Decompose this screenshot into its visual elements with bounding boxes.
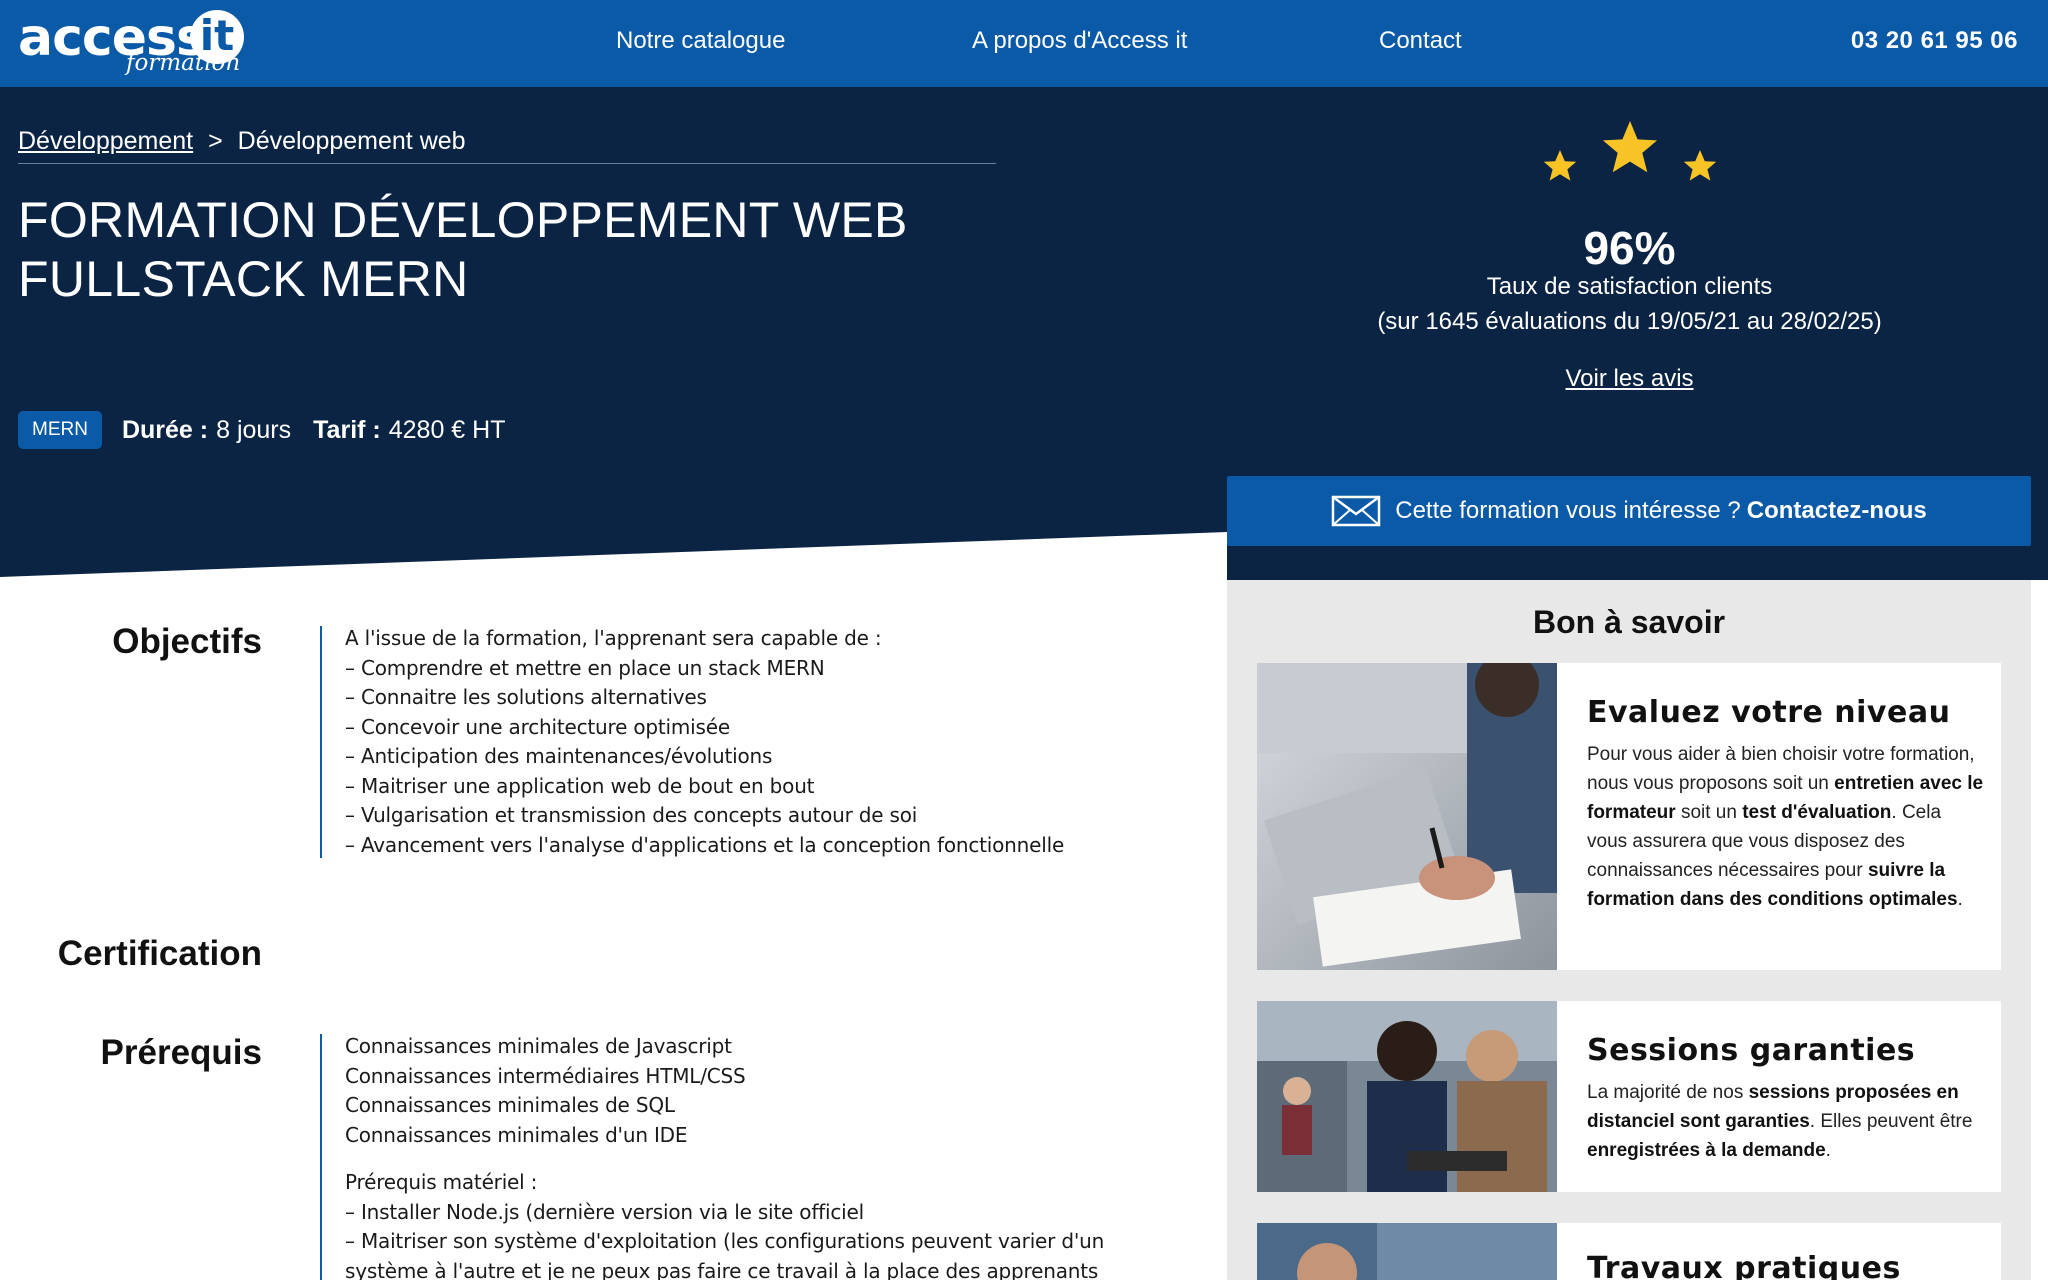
objectif-item: – Avancement vers l'analyse d'applicatio… [345,832,1065,857]
prerequis-item: Connaissances intermédiaires HTML/CSS [345,1063,746,1088]
top-navbar: access it formation Notre catalogue A pr… [0,0,2048,87]
title-line-2: FULLSTACK MERN [18,251,469,307]
satisfaction-percent: 96% [1583,222,1676,274]
prerequis-materiel-item: système à l'autre et je ne peux pas fair… [345,1258,1099,1280]
logo-subtitle: formation [126,50,241,76]
card-title: Evaluez votre niveau [1587,695,1951,730]
envelope-icon [1331,495,1381,527]
nav-link-a-propos[interactable]: A propos d'Access it [972,27,1187,55]
bon-a-savoir-panel: Bon à savoir Evaluez votre niveau Pour v… [1227,580,2031,1280]
star-icon-right [1683,150,1717,181]
objectifs-divider [320,626,322,858]
breadcrumb: Développement > Développement web [18,127,466,156]
objectif-item: – Anticipation des maintenances/évolutio… [345,744,773,768]
phone-number[interactable]: 03 20 61 95 06 [1851,27,2018,55]
prerequis-materiel-item: – Maitriser son système d'exploitation (… [345,1229,1105,1253]
card-title: Sessions garanties [1587,1033,1916,1068]
card-image-laptop-writing [1257,663,1557,970]
star-icon-left [1543,150,1577,181]
duration-label: Durée : [121,415,209,444]
nav-link-catalogue[interactable]: Notre catalogue [616,27,785,55]
objectif-item: – Connaitre les solutions alternatives [345,685,707,709]
card-title: Travaux pratiques [1587,1251,1901,1280]
prerequis-item: Connaissances minimales de SQL [345,1093,675,1117]
breadcrumb-separator: > [208,127,223,155]
card-text: Pour vous aider à bien choisir votre for… [1587,744,1984,910]
course-tag[interactable]: MERN [18,411,102,449]
card-evaluez-niveau[interactable]: Evaluez votre niveau Pour vous aider à b… [1257,663,2001,970]
star-rating-icon [1543,121,1717,181]
price-value: 4280 € HT [388,415,506,444]
card-sessions-garanties[interactable]: Sessions garanties La majorité de nos se… [1257,1001,2001,1192]
prerequis-heading: Prérequis [100,1033,262,1072]
contact-cta-button[interactable]: Cette formation vous intéresse ? Contact… [1227,476,2031,546]
objectif-item: – Vulgarisation et transmission des conc… [345,803,918,827]
duration-value: 8 jours [216,415,292,444]
breadcrumb-link-developpement[interactable]: Développement [18,127,193,155]
card-text: La majorité de nos sessions proposées en… [1587,1082,1973,1161]
breadcrumb-current: Développement web [237,127,466,155]
satisfaction-range: (sur 1645 évaluations du 19/05/21 au 28/… [1377,308,1882,335]
objectifs-heading: Objectifs [112,622,262,661]
prerequis-item: Connaissances minimales de Javascript [345,1034,732,1058]
prerequis-list: Connaissances minimales de Javascript Co… [345,1032,1104,1280]
objectifs-intro: A l'issue de la formation, l'apprenant s… [345,626,882,650]
card-body: Travaux pratiques [1587,1223,1985,1280]
title-line-1: FORMATION DÉVELOPPEMENT WEB [18,192,908,248]
card-image-team-meeting [1257,1001,1557,1192]
prerequis-materiel-title: Prérequis matériel : [345,1170,538,1194]
prerequis-item: Connaissances minimales d'un IDE [345,1122,688,1147]
access-it-logo[interactable]: access it formation [18,4,258,82]
prerequis-materiel-item: – Installer Node.js (dernière version vi… [345,1199,864,1224]
prerequis-divider [320,1034,322,1280]
card-body: Sessions garanties La majorité de nos se… [1587,1001,1985,1165]
course-meta: MERN Durée : 8 jours Tarif : 4280 € HT [18,411,505,449]
cta-text: Cette formation vous intéresse ? [1395,497,1741,524]
nav-link-contact[interactable]: Contact [1379,27,1462,55]
card-image-practical-work [1257,1223,1557,1280]
cta-bold: Contactez-nous [1746,497,1927,524]
voir-les-avis-link[interactable]: Voir les avis [1232,365,2027,393]
card-body: Evaluez votre niveau Pour vous aider à b… [1587,663,1985,914]
star-icon-center [1602,121,1658,173]
page-title: FORMATION DÉVELOPPEMENT WEB FULLSTACK ME… [18,191,1018,309]
bon-a-savoir-heading: Bon à savoir [1532,604,1726,640]
objectifs-list: A l'issue de la formation, l'apprenant s… [345,624,1064,860]
breadcrumb-divider [18,163,996,164]
certification-heading: Certification [57,934,262,973]
card-travaux-pratiques[interactable]: Travaux pratiques [1257,1223,2001,1280]
objectif-item: – Comprendre et mettre en place un stack… [345,655,825,680]
satisfaction-label: Taux de satisfaction clients [1486,273,1773,300]
objectif-item: – Maitriser une application web de bout … [345,773,815,798]
objectif-item: – Concevoir une architecture optimisée [345,714,730,739]
price-label: Tarif : [313,415,381,444]
